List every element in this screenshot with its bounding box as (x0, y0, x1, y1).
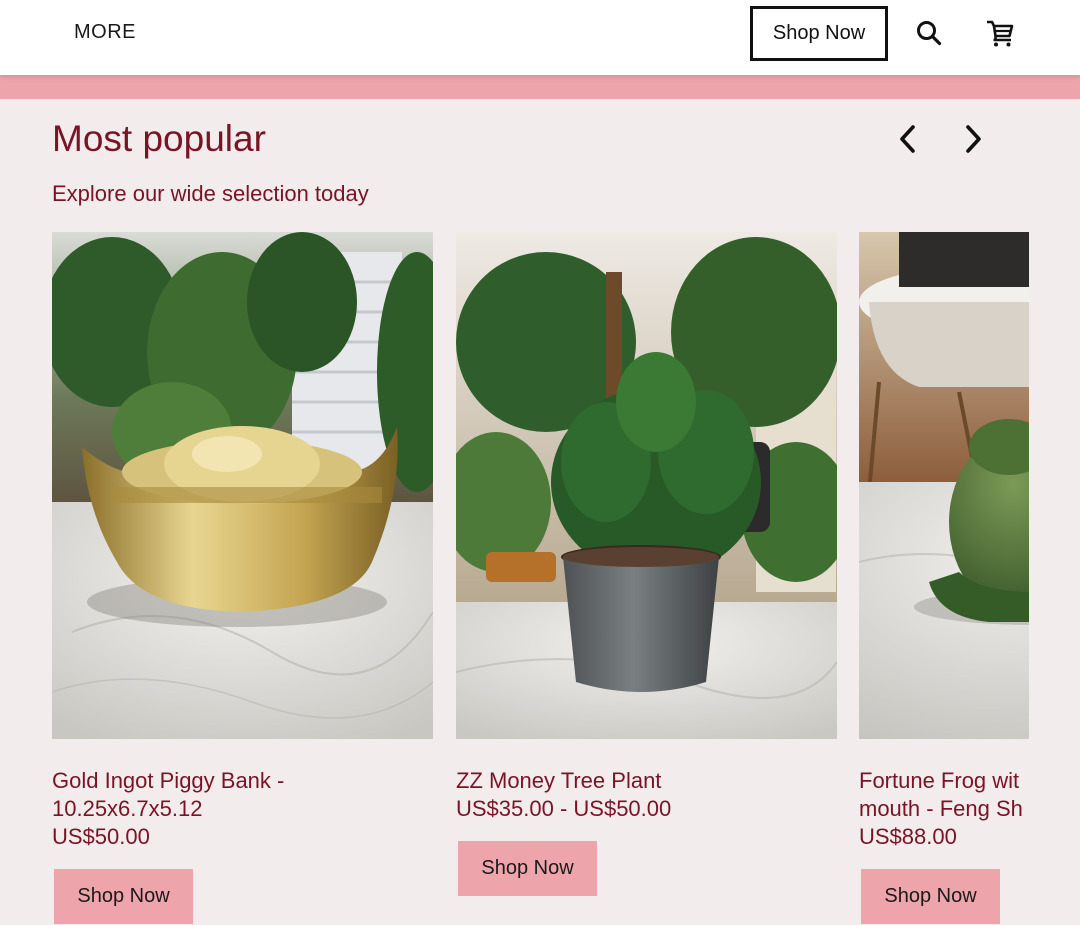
product-shop-now-button[interactable]: Shop Now (861, 869, 1000, 924)
product-image-zz-plant[interactable] (456, 232, 837, 739)
product-carousel: Gold Ingot Piggy Bank - 10.25x6.7x5.12 U… (52, 232, 1029, 925)
product-price: US$50.00 (52, 824, 150, 849)
cart-button[interactable] (983, 14, 1017, 52)
product-shop-now-button[interactable]: Shop Now (54, 869, 193, 924)
product-name[interactable]: Fortune Frog wit mouth - Feng Sh (859, 767, 1029, 823)
product-name[interactable]: ZZ Money Tree Plant (456, 767, 837, 795)
section-title: Most popular (52, 118, 266, 159)
chevron-right-icon (966, 125, 981, 153)
product-card: ZZ Money Tree Plant US$35.00 - US$50.00 … (456, 232, 837, 896)
chevron-left-icon (900, 125, 915, 153)
cart-icon (987, 20, 1014, 47)
product-card: Fortune Frog wit mouth - Feng Sh US$88.0… (859, 232, 1029, 924)
carousel-prev-button[interactable] (888, 118, 928, 160)
header-shop-now-button[interactable]: Shop Now (750, 6, 888, 61)
carousel-next-button[interactable] (953, 118, 993, 160)
more-menu-link[interactable]: MORE (74, 21, 136, 44)
product-price: US$88.00 (859, 824, 957, 849)
search-icon (917, 21, 942, 46)
product-price: US$35.00 - US$50.00 (456, 796, 672, 821)
product-shop-now-button[interactable]: Shop Now (458, 841, 597, 896)
search-button[interactable] (912, 14, 946, 52)
product-image-gold-ingot[interactable] (52, 232, 433, 739)
product-name[interactable]: Gold Ingot Piggy Bank - 10.25x6.7x5.12 (52, 767, 433, 823)
top-nav-bar: MORE Shop Now (0, 0, 1080, 75)
product-image-fortune-frog[interactable] (859, 232, 1029, 739)
product-card: Gold Ingot Piggy Bank - 10.25x6.7x5.12 U… (52, 232, 433, 924)
promo-band (0, 75, 1080, 99)
section-subtitle: Explore our wide selection today (52, 181, 369, 206)
